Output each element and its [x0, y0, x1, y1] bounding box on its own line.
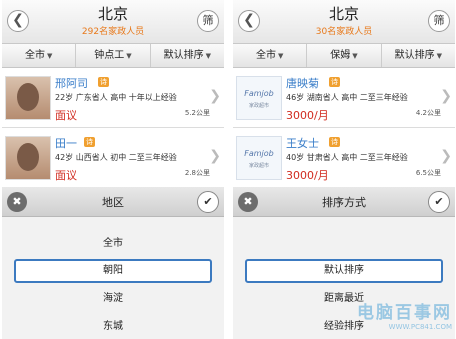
tab-label: 钟点工 [94, 50, 125, 61]
tab-region[interactable]: 全市 ▼ [233, 44, 308, 67]
watermark-url: WWW.PC841.COM [388, 323, 452, 331]
triangle-down-icon: ▼ [352, 52, 358, 60]
avatar [5, 136, 51, 180]
worker-info: 46岁 湖南省人 高中 二至三年经验 [286, 93, 408, 102]
city-title: 北京 [328, 5, 359, 23]
company-logo: Famjob 家政超市 [236, 76, 282, 120]
distance: 6.5公里 [415, 169, 441, 177]
chevron-right-icon: ❯ [440, 148, 452, 164]
option-haidian[interactable]: 海淀 [14, 287, 212, 311]
region-picker-sheet: ✖ 地区 ✔ 全市 朝阳 海淀 东城 [2, 187, 224, 339]
triangle-down-icon: ▼ [46, 52, 53, 60]
header: ❮ 北京 30名家政人员 筛 [233, 0, 455, 44]
filter-button[interactable]: 筛 [428, 10, 450, 32]
city-title: 北京 [97, 5, 128, 23]
site-watermark: 电脑百事网 WWW.PC841.COM [357, 298, 452, 331]
worker-info: 42岁 山西省人 初中 二至三年经验 [55, 153, 177, 162]
staff-count: 292名家政人员 [81, 27, 145, 37]
worker-info: 40岁 甘肃省人 高中 二至三年经验 [286, 153, 408, 162]
logo-subtext: 家政超市 [248, 103, 269, 109]
triangle-down-icon: ▼ [205, 52, 212, 60]
filter-tabs: 全市 ▼ 保姆 ▼ 默认排序 ▼ [233, 44, 455, 68]
option-all-city[interactable]: 全市 [14, 232, 212, 256]
avatar [5, 76, 51, 120]
right-phone-screen: ❮ 北京 30名家政人员 筛 全市 ▼ 保姆 ▼ 默认排序 ▼ Famjob 家政超市… [233, 0, 455, 339]
filter-tabs: 全市 ▼ 钟点工 ▼ 默认排序 ▼ [2, 44, 224, 68]
logo-text: Famjob [244, 89, 274, 98]
check-icon[interactable]: ✔ [197, 191, 219, 213]
sheet-header: ✖ 排序方式 ✔ [233, 187, 455, 217]
distance: 4.2公里 [415, 109, 441, 117]
option-chaoyang[interactable]: 朝阳 [14, 259, 212, 283]
tab-label: 保姆 [330, 50, 351, 61]
filter-button[interactable]: 筛 [197, 10, 219, 32]
worker-price: 3000/月 [286, 169, 329, 182]
logo-subtext: 家政超市 [248, 163, 269, 169]
worker-price: 3000/月 [286, 109, 329, 122]
tab-label: 默认排序 [394, 50, 435, 61]
tab-sort[interactable]: 默认排序 ▼ [151, 44, 224, 67]
sheet-title: 排序方式 [322, 196, 366, 209]
worker-name: 王女士 [286, 137, 319, 150]
chevron-right-icon: ❯ [209, 88, 221, 104]
header: ❮ 北京 292名家政人员 筛 [2, 0, 224, 44]
worker-price: 面议 [55, 169, 77, 182]
panel-divider [224, 0, 233, 339]
distance: 5.2公里 [184, 109, 210, 117]
worker-name: 田一 [55, 137, 77, 150]
tab-label: 全市 [24, 50, 45, 61]
verified-badge: 诗 [329, 137, 340, 147]
logo-text: Famjob [244, 149, 274, 158]
worker-info: 22岁 广东省人 高中 十年以上经验 [55, 93, 177, 102]
app-screenshot-pair: ❮ 北京 292名家政人员 筛 全市 ▼ 钟点工 ▼ 默认排序 ▼ 邢阿司 诗 22岁… [0, 0, 456, 339]
chevron-right-icon: ❯ [440, 88, 452, 104]
triangle-down-icon: ▼ [126, 52, 132, 60]
company-logo: Famjob 家政超市 [236, 136, 282, 180]
sheet-header: ✖ 地区 ✔ [2, 187, 224, 217]
list-item[interactable]: 邢阿司 诗 22岁 广东省人 高中 十年以上经验 面议 5.2公里 ❯ [2, 68, 224, 128]
distance: 2.8公里 [184, 169, 210, 177]
list-item[interactable]: Famjob 家政超市 唐映菊 诗 46岁 湖南省人 高中 二至三年经验 300… [233, 68, 455, 128]
option-dongcheng[interactable]: 东城 [14, 315, 212, 339]
watermark-title: 电脑百事网 [357, 303, 452, 323]
left-phone-screen: ❮ 北京 292名家政人员 筛 全市 ▼ 钟点工 ▼ 默认排序 ▼ 邢阿司 诗 22岁… [2, 0, 224, 339]
verified-badge: 诗 [98, 77, 109, 87]
verified-badge: 诗 [329, 77, 340, 87]
worker-name: 唐映菊 [286, 77, 319, 90]
worker-name: 邢阿司 [55, 77, 88, 90]
tab-region[interactable]: 全市 ▼ [2, 44, 77, 67]
list-item[interactable]: Famjob 家政超市 王女士 诗 40岁 甘肃省人 高中 二至三年经验 300… [233, 128, 455, 188]
triangle-down-icon: ▼ [277, 52, 284, 60]
option-default-sort[interactable]: 默认排序 [245, 259, 443, 283]
tab-job-type[interactable]: 保姆 ▼ [307, 44, 382, 67]
tab-label: 默认排序 [163, 50, 204, 61]
verified-badge: 诗 [84, 137, 95, 147]
worker-price: 面议 [55, 109, 77, 122]
list-item[interactable]: 田一 诗 42岁 山西省人 初中 二至三年经验 面议 2.8公里 ❯ [2, 128, 224, 188]
sheet-title: 地区 [102, 196, 124, 209]
tab-job-type[interactable]: 钟点工 ▼ [76, 44, 151, 67]
chevron-right-icon: ❯ [209, 148, 221, 164]
tab-sort[interactable]: 默认排序 ▼ [382, 44, 455, 67]
triangle-down-icon: ▼ [436, 52, 443, 60]
check-icon[interactable]: ✔ [428, 191, 450, 213]
tab-label: 全市 [255, 50, 276, 61]
staff-count: 30名家政人员 [315, 27, 373, 37]
